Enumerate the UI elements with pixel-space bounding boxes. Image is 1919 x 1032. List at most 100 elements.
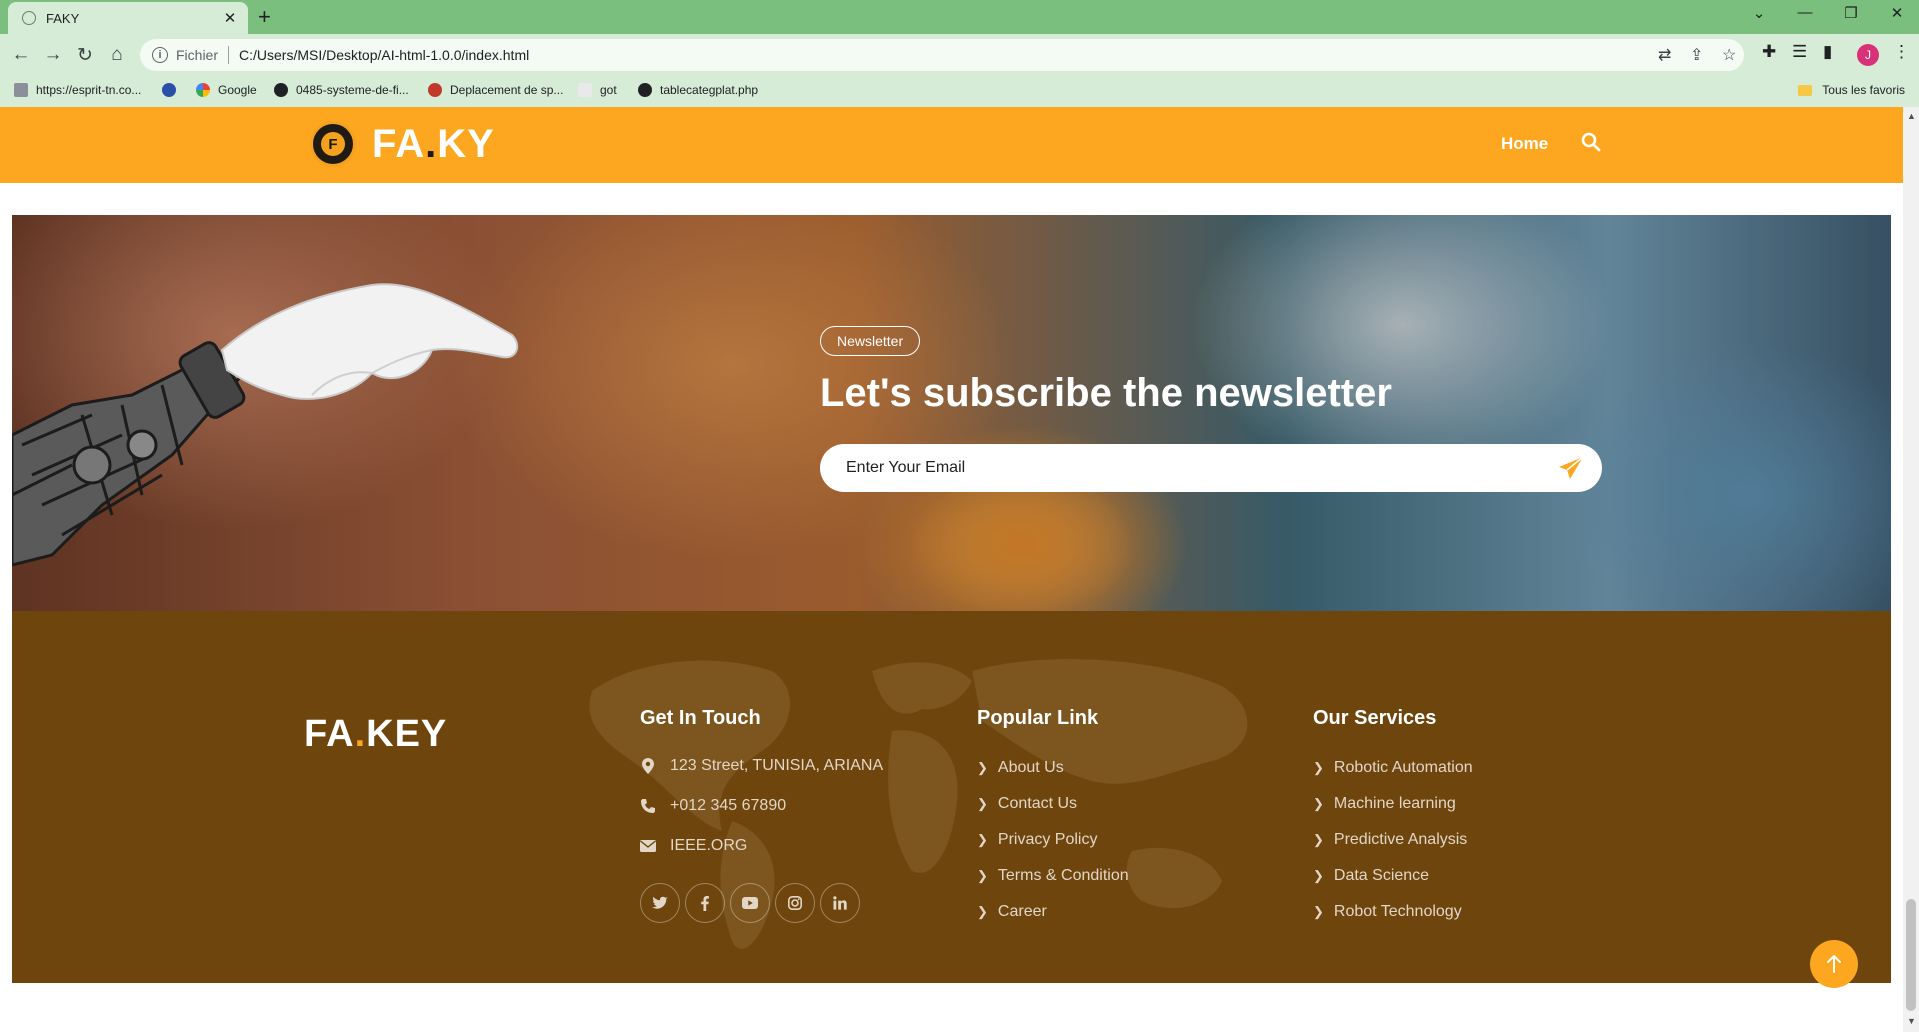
browser-tab[interactable]: FAKY ✕ xyxy=(8,2,248,34)
bookmark-star-icon[interactable]: ☆ xyxy=(1722,45,1736,65)
chevron-right-icon: ❯ xyxy=(1313,832,1324,847)
email-text: IEEE.ORG xyxy=(670,837,748,854)
home-button[interactable]: ⌂ xyxy=(104,42,130,68)
contact-email: IEEE.ORG xyxy=(640,837,747,855)
link-label: Predictive Analysis xyxy=(1333,831,1468,848)
new-tab-button[interactable]: + xyxy=(258,4,271,30)
address-bar[interactable]: i Fichier C:/Users/MSI/Desktop/AI-html-1… xyxy=(140,39,1744,71)
newsletter-badge: Newsletter xyxy=(820,326,921,356)
footer-link-contact[interactable]: ❯ Contact Us xyxy=(977,795,1077,813)
bookmark-got[interactable]: got xyxy=(578,83,617,97)
brand-logo-icon: F xyxy=(310,121,356,167)
google-icon xyxy=(196,83,210,97)
forward-button[interactable]: → xyxy=(40,42,66,68)
back-button[interactable]: ← xyxy=(8,42,34,68)
popular-links-column: Popular Link xyxy=(977,707,1098,730)
minimize-window-button[interactable]: — xyxy=(1782,4,1828,21)
footer-link-career[interactable]: ❯ Career xyxy=(977,903,1047,921)
send-icon[interactable] xyxy=(1558,456,1584,480)
scroll-up-arrow-icon[interactable]: ▲ xyxy=(1907,111,1916,121)
search-icon[interactable] xyxy=(1580,131,1602,153)
bookmark-esprit[interactable]: https://esprit-tn.co... xyxy=(14,83,141,97)
email-input[interactable] xyxy=(844,458,1528,478)
share-icon[interactable]: ⇪ xyxy=(1690,45,1703,65)
link-label: Data Science xyxy=(1333,867,1430,884)
url-scheme: Fichier xyxy=(176,47,219,63)
contact-column: Get In Touch xyxy=(640,707,761,730)
more-menu-icon[interactable]: ⋮ xyxy=(1893,42,1910,62)
reading-list-icon[interactable]: ☰ xyxy=(1792,42,1807,62)
bookmark-0485[interactable]: 0485-systeme-de-fi... xyxy=(274,83,409,97)
translate-icon[interactable]: ⇄ xyxy=(1658,45,1671,65)
footer-link-about[interactable]: ❯ About Us xyxy=(977,759,1064,777)
link-label: Contact Us xyxy=(997,795,1078,812)
facebook-icon[interactable] xyxy=(685,883,725,923)
globe-icon xyxy=(274,83,288,97)
bookmark-deplacement[interactable]: Deplacement de sp... xyxy=(428,83,563,97)
arrow-up-icon xyxy=(1827,955,1841,973)
extensions-icon[interactable]: ✚ xyxy=(1762,42,1776,62)
envelope-icon xyxy=(640,838,656,854)
footer-service-predictive-analysis[interactable]: ❯ Predictive Analysis xyxy=(1313,831,1467,849)
bookmark-label: tablecategplat.php xyxy=(660,83,759,97)
contact-heading: Get In Touch xyxy=(640,707,761,729)
link-label: Robot Technology xyxy=(1333,903,1462,920)
nav-home-link[interactable]: Home xyxy=(1501,134,1548,154)
chevron-right-icon: ❯ xyxy=(977,760,988,775)
bookmark-label: Deplacement de sp... xyxy=(450,83,564,97)
popular-links-heading: Popular Link xyxy=(977,707,1099,729)
bookmark-label: 0485-systeme-de-fi... xyxy=(296,83,409,97)
browser-tab-strip: FAKY ✕ + ⌄ — ❐ ✕ xyxy=(0,0,1919,34)
page-icon xyxy=(578,83,592,97)
tab-search-chevron-icon[interactable]: ⌄ xyxy=(1736,4,1782,22)
bookmark-google[interactable]: Google xyxy=(196,83,257,97)
link-label: Career xyxy=(997,903,1047,920)
bookmark-app[interactable] xyxy=(162,83,184,97)
scroll-down-arrow-icon[interactable]: ▼ xyxy=(1907,1016,1916,1026)
chevron-right-icon: ❯ xyxy=(977,796,988,811)
footer-link-terms[interactable]: ❯ Terms & Condition xyxy=(977,867,1129,885)
page-scrollbar[interactable]: ▲ ▼ xyxy=(1903,107,1919,1032)
close-tab-icon[interactable]: ✕ xyxy=(218,9,242,27)
url-text[interactable]: C:/Users/MSI/Desktop/AI-html-1.0.0/index… xyxy=(239,47,529,63)
bookmark-tablecategplat[interactable]: tablecategplat.php xyxy=(638,83,758,97)
all-bookmarks[interactable]: Tous les favoris xyxy=(1798,83,1905,97)
globe-icon xyxy=(638,83,652,97)
link-label: Privacy Policy xyxy=(997,831,1098,848)
footer-service-robotic-automation[interactable]: ❯ Robotic Automation xyxy=(1313,759,1473,777)
footer-service-machine-learning[interactable]: ❯ Machine learning xyxy=(1313,795,1456,813)
footer-link-privacy[interactable]: ❯ Privacy Policy xyxy=(977,831,1097,849)
profile-avatar[interactable]: J xyxy=(1857,44,1879,66)
app-icon xyxy=(162,83,176,97)
site-footer: FA.KEY Get In Touch 123 Street, TUNISIA,… xyxy=(12,611,1891,983)
footer-service-data-science[interactable]: ❯ Data Science xyxy=(1313,867,1429,885)
globe-icon xyxy=(22,11,36,25)
twitter-icon[interactable] xyxy=(640,883,680,923)
instagram-icon[interactable] xyxy=(775,883,815,923)
phone-icon xyxy=(640,798,656,814)
chevron-right-icon: ❯ xyxy=(1313,760,1324,775)
reload-button[interactable]: ↻ xyxy=(72,42,98,68)
link-label: About Us xyxy=(997,759,1064,776)
tab-title: FAKY xyxy=(46,10,80,26)
youtube-icon[interactable] xyxy=(730,883,770,923)
footer-service-robot-technology[interactable]: ❯ Robot Technology xyxy=(1313,903,1462,921)
back-to-top-button[interactable] xyxy=(1810,940,1858,988)
brand-name: FA.KY xyxy=(372,121,495,166)
url-divider xyxy=(228,46,230,64)
bookmark-label: Google xyxy=(218,83,257,97)
side-panel-icon[interactable]: ▮ xyxy=(1823,42,1832,62)
map-marker-icon xyxy=(640,758,656,774)
link-label: Terms & Condition xyxy=(997,867,1129,884)
footer-brand[interactable]: FA.KEY xyxy=(304,713,447,756)
site-brand[interactable]: F FA.KY xyxy=(310,121,495,167)
scroll-thumb[interactable] xyxy=(1906,899,1916,1011)
linkedin-icon[interactable] xyxy=(820,883,860,923)
site-info-icon[interactable]: i xyxy=(152,47,168,63)
close-window-button[interactable]: ✕ xyxy=(1874,4,1919,22)
page-icon xyxy=(428,83,442,97)
browser-toolbar: ← → ↻ ⌂ i Fichier C:/Users/MSI/Desktop/A… xyxy=(0,34,1919,75)
chevron-right-icon: ❯ xyxy=(977,904,988,919)
restore-window-button[interactable]: ❐ xyxy=(1828,4,1874,22)
chevron-right-icon: ❯ xyxy=(977,832,988,847)
